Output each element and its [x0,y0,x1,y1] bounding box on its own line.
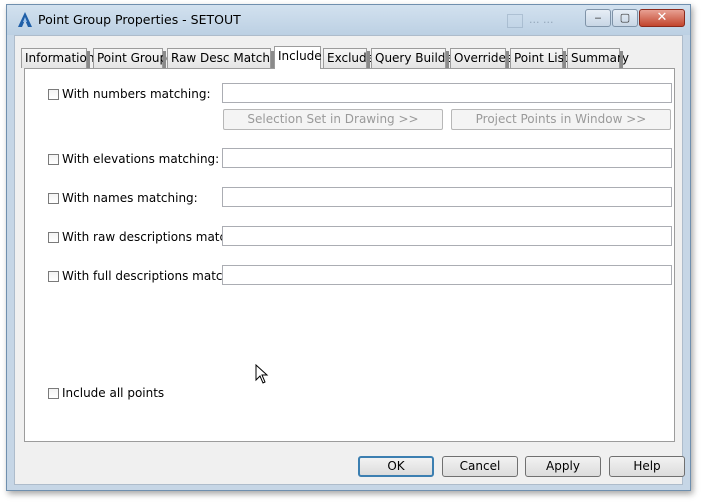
tab-label: Point Groups [97,51,174,65]
window-title: Point Group Properties - SETOUT [38,12,241,27]
close-button[interactable]: ✕ [639,9,685,27]
tab-separator [163,51,166,68]
maximize-icon: ▢ [619,11,631,24]
tab-separator [620,51,623,68]
raw-descriptions-matching-field[interactable] [222,226,672,246]
close-icon: ✕ [656,10,668,25]
apply-button[interactable]: Apply [525,456,601,477]
elevations-matching-field[interactable] [222,148,672,168]
background-window-icon [507,14,523,28]
checkbox-box[interactable] [48,153,59,165]
tab-separator [87,51,90,68]
title-bar[interactable]: Point Group Properties - SETOUT ... ... … [7,5,690,35]
tab-label: Information [25,51,95,65]
ok-button[interactable]: OK [358,456,434,477]
app-logo-icon [18,12,32,27]
include-all-points-checkbox[interactable]: Include all points [48,386,164,400]
tab-summary[interactable]: Summary [567,48,629,68]
tab-separator [446,51,449,68]
checkbox-label: With numbers matching: [62,87,211,101]
tab-label: Point List [514,51,569,65]
tab-point-list[interactable]: Point List [510,48,569,68]
tab-label: Overrides [454,51,513,65]
dialog-client-area: Information Point Groups Raw Desc Matchi… [14,35,685,485]
cancel-button[interactable]: Cancel [442,456,518,477]
checkbox-box[interactable] [48,270,59,282]
checkbox-box[interactable] [48,88,59,100]
background-window-text: ... ... [529,13,554,26]
mouse-pointer-icon [255,364,269,384]
numbers-matching-field[interactable] [222,83,672,103]
maximize-button[interactable]: ▢ [612,9,638,27]
names-matching-field[interactable] [222,187,672,207]
project-points-in-window-button[interactable]: Project Points in Window >> [451,109,671,130]
tab-query-builder[interactable]: Query Builder [371,48,458,68]
help-button[interactable]: Help [609,456,685,477]
tab-label: Include [278,49,322,63]
selection-set-in-drawing-button[interactable]: Selection Set in Drawing >> [223,109,443,130]
tab-point-groups[interactable]: Point Groups [93,48,173,68]
numbers-matching-checkbox[interactable]: With numbers matching: [48,87,211,101]
checkbox-box[interactable] [48,192,59,204]
tab-separator [367,51,370,68]
names-matching-checkbox[interactable]: With names matching: [48,191,198,205]
checkbox-box[interactable] [48,231,59,243]
full-descriptions-matching-field[interactable] [222,265,672,285]
checkbox-box[interactable] [48,387,59,399]
elevations-matching-checkbox[interactable]: With elevations matching: [48,152,219,166]
checkbox-label: With names matching: [62,191,198,205]
checkbox-label: With elevations matching: [62,152,220,166]
tab-include[interactable]: Include [274,46,322,69]
checkbox-label: Include all points [62,386,165,400]
tab-information[interactable]: Information [21,48,94,68]
include-tab-panel: With numbers matching: Selection Set in … [24,68,675,442]
point-group-properties-dialog: Point Group Properties - SETOUT ... ... … [6,4,691,491]
tab-raw-desc-matching[interactable]: Raw Desc Matching [167,48,289,68]
tab-separator [506,51,509,68]
tab-overrides[interactable]: Overrides [450,48,512,68]
tab-separator [563,51,566,68]
minimize-icon: ‒ [594,11,602,24]
tab-exclude[interactable]: Exclude [323,48,374,68]
minimize-button[interactable]: ‒ [585,9,611,27]
